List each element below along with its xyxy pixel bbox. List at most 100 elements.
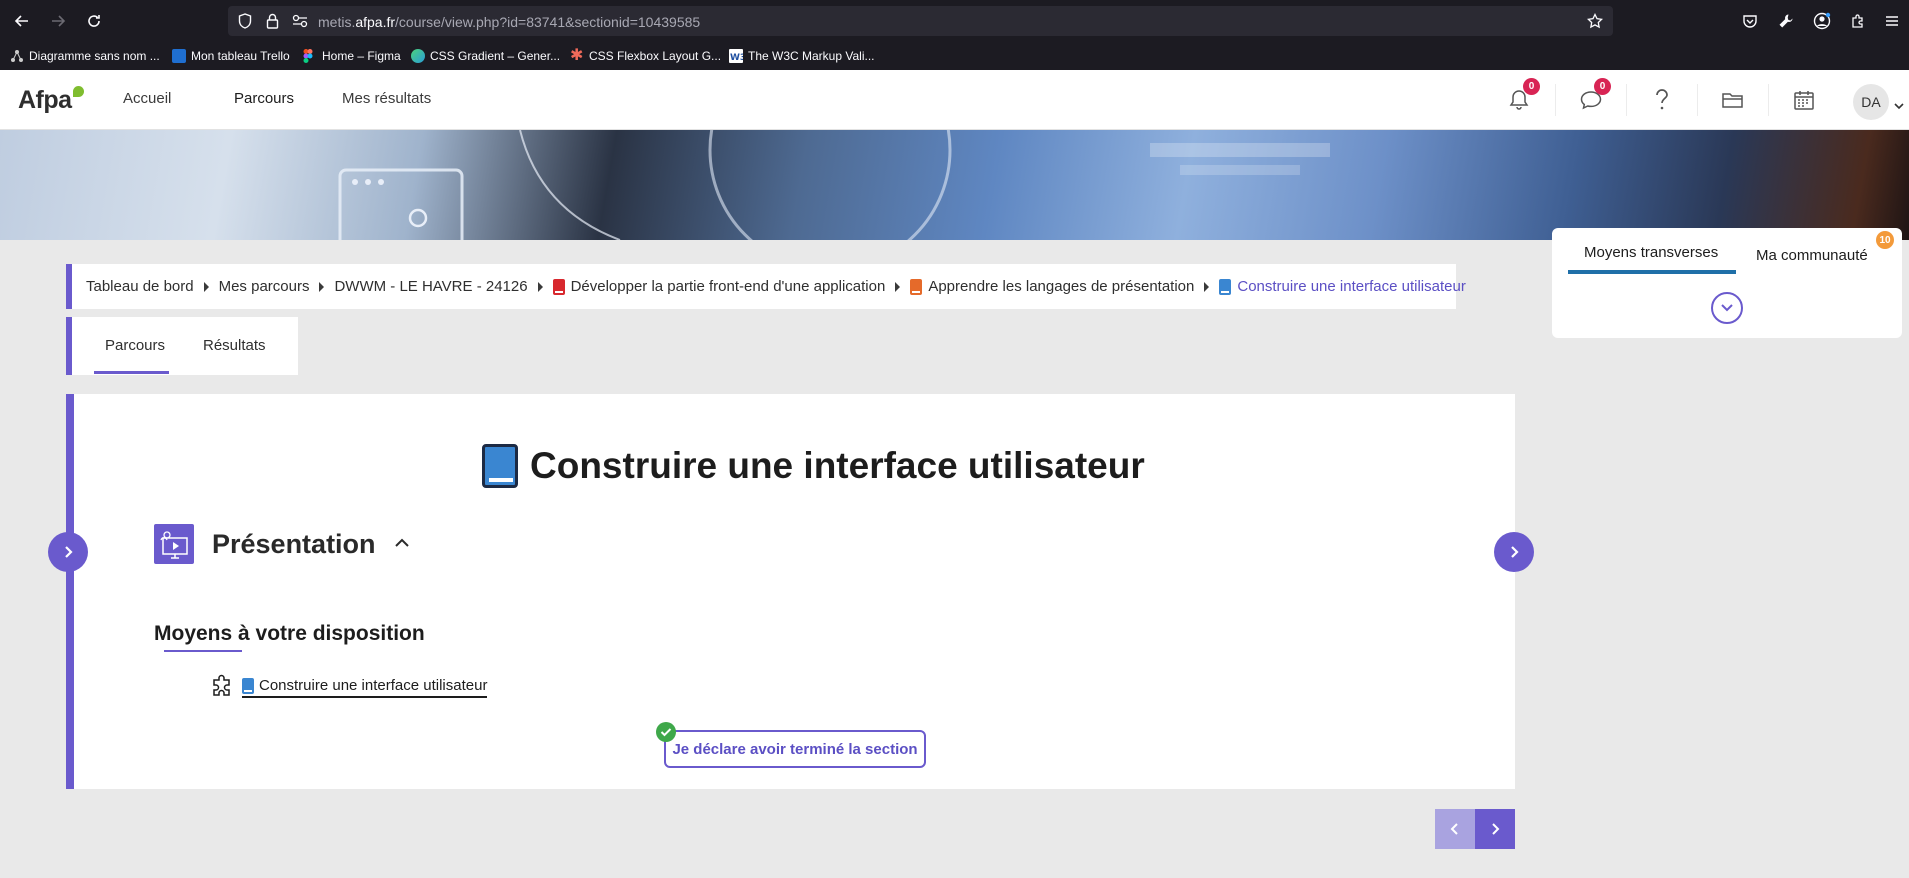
- wrench-icon[interactable]: [1774, 9, 1798, 33]
- mark-section-complete-button[interactable]: Je déclare avoir terminé la section: [656, 722, 926, 768]
- nav-link-mes-resultats[interactable]: Mes résultats: [342, 90, 431, 107]
- bookmarks-bar: Diagramme sans nom ... Mon tableau Trell…: [0, 42, 1909, 70]
- breadcrumb-label: Construire une interface utilisateur: [1237, 278, 1466, 295]
- files-button[interactable]: [1697, 84, 1767, 116]
- pocket-icon[interactable]: [1738, 9, 1762, 33]
- breadcrumb-item[interactable]: Mes parcours: [219, 278, 310, 295]
- active-tab-indicator: [1568, 270, 1736, 274]
- section-card: Construire une interface utilisateur Pré…: [66, 394, 1515, 789]
- notifications-button[interactable]: 0: [1484, 78, 1554, 116]
- bookmark-label: CSS Flexbox Layout G...: [589, 49, 722, 63]
- breadcrumb-label: Tableau de bord: [86, 278, 194, 295]
- help-icon: [1655, 89, 1668, 110]
- bookmark-item[interactable]: W3 The W3C Markup Vali...: [729, 48, 874, 64]
- check-icon: [656, 722, 676, 742]
- caret-right-icon: [203, 281, 209, 292]
- bookmark-item[interactable]: Mon tableau Trello: [172, 48, 290, 64]
- calendar-button[interactable]: [1768, 84, 1838, 116]
- bookmark-label: Home – Figma: [322, 49, 401, 63]
- user-avatar[interactable]: DA: [1853, 84, 1889, 120]
- asterisk-icon: ✱: [570, 47, 584, 64]
- svg-text:W3: W3: [730, 53, 743, 63]
- messages-button[interactable]: 0: [1555, 78, 1625, 116]
- breadcrumb-item[interactable]: Apprendre les langages de présentation: [910, 278, 1194, 295]
- menu-icon[interactable]: [1880, 9, 1904, 33]
- url-path: /course/view.php?id=83741&sectionid=1043…: [395, 14, 701, 30]
- diagram-icon: [10, 49, 24, 63]
- caret-right-icon: [1204, 281, 1210, 292]
- url-bar[interactable]: metis.afpa.fr/course/view.php?id=83741&s…: [228, 6, 1613, 36]
- resources-heading: Moyens à votre disposition: [154, 622, 425, 645]
- figma-icon: [303, 49, 317, 63]
- chevron-down-icon[interactable]: [1894, 97, 1904, 115]
- chevron-right-icon: [1492, 823, 1500, 835]
- bookmark-item[interactable]: Diagramme sans nom ...: [10, 48, 160, 64]
- logo-text: Afpa: [18, 86, 72, 114]
- url-subdomain: metis.: [318, 14, 356, 30]
- heading-underline: [164, 650, 242, 652]
- help-button[interactable]: [1626, 84, 1696, 116]
- breadcrumb: Tableau de bord Mes parcours DWWM - LE H…: [66, 264, 1466, 309]
- reload-icon[interactable]: [82, 9, 106, 33]
- blue-book-icon: [1219, 278, 1232, 295]
- forward-icon[interactable]: [46, 9, 70, 33]
- gradient-icon: [411, 49, 425, 63]
- breadcrumb-item[interactable]: DWWM - LE HAVRE - 24126: [334, 278, 527, 295]
- bookmark-label: Diagramme sans nom ...: [29, 49, 160, 63]
- caret-right-icon: [537, 281, 543, 292]
- caret-right-icon: [895, 281, 901, 292]
- active-tab-indicator: [94, 371, 169, 374]
- resource-label: Construire une interface utilisateur: [259, 677, 488, 694]
- breadcrumb-label: DWWM - LE HAVRE - 24126: [334, 278, 528, 295]
- resource-link[interactable]: Construire une interface utilisateur: [242, 677, 488, 698]
- url-domain: afpa.fr: [355, 14, 396, 30]
- orange-book-icon: [910, 278, 923, 295]
- presentation-icon: [154, 524, 194, 564]
- breadcrumb-label: Apprendre les langages de présentation: [928, 278, 1195, 295]
- back-icon[interactable]: [10, 9, 34, 33]
- chevron-right-icon: [1511, 546, 1519, 558]
- w3c-icon: W3: [729, 49, 746, 63]
- breadcrumb-item-current[interactable]: Construire une interface utilisateur: [1219, 278, 1466, 295]
- notifications-badge: 0: [1523, 78, 1540, 95]
- breadcrumb-item[interactable]: Développer la partie front-end d'une app…: [552, 278, 886, 295]
- caret-right-icon: [319, 281, 325, 292]
- tab-moyens-transverses[interactable]: Moyens transverses: [1584, 244, 1718, 261]
- bookmark-label: Mon tableau Trello: [191, 49, 290, 63]
- blue-book-icon: [482, 444, 518, 488]
- breadcrumb-label: Développer la partie front-end d'une app…: [570, 278, 886, 295]
- resource-item[interactable]: Construire une interface utilisateur: [210, 672, 488, 703]
- pager-previous-button[interactable]: [1435, 809, 1475, 849]
- bookmark-item[interactable]: CSS Gradient – Gener...: [411, 48, 560, 64]
- red-book-icon: [552, 278, 565, 295]
- expand-panel-button[interactable]: [1711, 292, 1743, 324]
- tab-resultats[interactable]: Résultats: [203, 337, 266, 354]
- logo-leaf-icon: [72, 86, 84, 97]
- nav-link-accueil[interactable]: Accueil: [123, 90, 171, 107]
- account-icon[interactable]: [1810, 9, 1834, 33]
- breadcrumb-item[interactable]: Tableau de bord: [86, 278, 194, 295]
- afpa-logo[interactable]: Afpa: [18, 86, 84, 114]
- chevron-right-icon: [65, 546, 73, 558]
- extensions-icon[interactable]: [1846, 9, 1870, 33]
- lock-icon[interactable]: [266, 13, 279, 34]
- shield-icon[interactable]: [238, 13, 252, 34]
- bookmark-star-icon[interactable]: [1586, 12, 1604, 34]
- pager-next-button[interactable]: [1475, 809, 1515, 849]
- blue-book-icon: [242, 677, 254, 694]
- next-section-button[interactable]: [1494, 532, 1534, 572]
- page-title-text: Construire une interface utilisateur: [530, 445, 1145, 486]
- bookmark-item[interactable]: Home – Figma: [303, 48, 401, 64]
- bookmark-label: CSS Gradient – Gener...: [430, 49, 561, 63]
- nav-link-parcours[interactable]: Parcours: [234, 90, 294, 107]
- bookmark-item[interactable]: ✱ CSS Flexbox Layout G...: [570, 48, 721, 64]
- previous-section-button[interactable]: [48, 532, 88, 572]
- tab-parcours[interactable]: Parcours: [105, 337, 165, 354]
- puzzle-icon: [210, 672, 236, 703]
- course-banner-image: [0, 130, 1909, 240]
- chevron-up-icon[interactable]: [394, 535, 410, 553]
- permissions-icon[interactable]: [292, 14, 308, 33]
- chevron-left-icon: [1450, 823, 1458, 835]
- section-header[interactable]: Présentation: [154, 524, 410, 564]
- tab-ma-communaute[interactable]: Ma communauté: [1756, 247, 1868, 264]
